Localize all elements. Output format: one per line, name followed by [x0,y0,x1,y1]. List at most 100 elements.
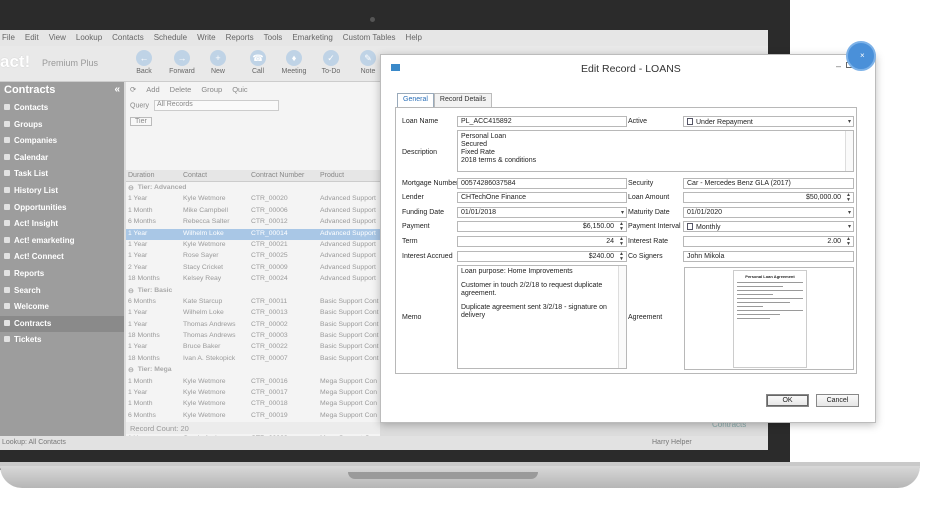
agreement-attachment[interactable]: Personal Loan Agreement [684,267,854,370]
add-button[interactable]: Add [146,85,159,95]
delete-button[interactable]: Delete [170,85,192,95]
description-field[interactable]: Personal Loan Secured Fixed Rate 2018 te… [457,130,854,172]
menu-item[interactable]: Custom Tables [343,33,396,46]
menu-item[interactable]: Reports [226,33,254,46]
group-header-row[interactable]: ⊖ Tier: Advanced [126,183,380,194]
group-header-row[interactable]: ⊖ Tier: Basic [126,286,380,297]
chevron-down-icon[interactable]: ▾ [848,118,851,125]
sidebar-item[interactable]: Act! Connect [0,249,124,266]
table-row[interactable]: 1 Year Rose Sayer CTR_00025 Advanced Suppor… [126,251,380,262]
spinner-icon[interactable]: ▲ ▼ [846,193,851,202]
column-contact[interactable]: Contact [181,170,249,181]
group-by-chip[interactable]: Tier [130,117,152,126]
column-duration[interactable]: Duration [126,170,181,181]
table-row[interactable]: 6 Months Kyle Wetmore CTR_00019 Mega Suppor… [126,411,380,422]
menu-item[interactable]: Lookup [76,33,102,46]
table-row[interactable]: 1 Year Wilhelm Loke CTR_00014 Advanced Supp… [126,228,380,240]
sidebar-item[interactable]: Task List [0,166,124,183]
loan-name-field[interactable]: PL_ACC415892 [457,116,627,127]
tab-general[interactable]: General [397,93,434,107]
close-icon[interactable]: × [860,51,865,60]
payment-field[interactable]: $6,150.00 ▲ ▼ [457,221,627,232]
interest-accrued-field[interactable]: $240.00 ▲ ▼ [457,251,627,262]
spinner-icon[interactable]: ▲ ▼ [846,237,851,246]
interest-rate-field[interactable]: 2.00 ▲ ▼ [683,236,854,247]
sidebar-item[interactable]: Calendar [0,150,124,167]
funding-date-field[interactable]: 01/01/2018 ▾ [457,207,627,218]
sidebar-item[interactable]: Act! emarketing [0,233,124,250]
column-contract-number[interactable]: Contract Number [249,170,318,181]
mortgage-number-field[interactable]: 00574286037584 [457,178,627,189]
todo-button[interactable]: ✓ To-Do [315,48,347,80]
term-field[interactable]: 24 ▲ ▼ [457,236,627,247]
memo-field[interactable]: Loan purpose: Home Improvements Customer… [457,265,627,369]
table-row[interactable]: 1 Year Thomas Andrews CTR_00002 Basic Suppo… [126,320,380,331]
sidebar-item[interactable]: Search [0,283,124,300]
sidebar-item[interactable]: Groups [0,117,124,134]
table-row[interactable]: 6 Months Kate Starcup CTR_00011 Basic Suppo… [126,297,380,308]
forward-button[interactable]: → Forward [166,48,198,80]
table-row[interactable]: 2 Year Stacy Cricket CTR_00009 Advanced Sup… [126,263,380,274]
description-scrollbar[interactable] [845,131,853,171]
chevron-down-icon[interactable]: ▾ [848,209,851,216]
menu-item[interactable]: Write [197,33,216,46]
table-row[interactable]: 1 Year Wilhelm Loke CTR_00013 Basic Support… [126,308,380,319]
new-button[interactable]: + New [202,48,234,80]
table-row[interactable]: 6 Months Rebecca Salter CTR_00012 Advanced … [126,217,380,228]
spinner-icon[interactable]: ▲ ▼ [619,237,624,246]
table-row[interactable]: 1 Year Bruce Baker CTR_00022 Basic Support … [126,342,380,353]
sidebar-item[interactable]: Welcome [0,299,124,316]
back-button[interactable]: ← Back [128,48,160,80]
sidebar-item[interactable]: Tickets [0,332,124,349]
menu-item[interactable]: File [2,33,15,46]
spinner-icon[interactable]: ▲ ▼ [619,222,624,231]
ok-button[interactable]: OK [766,394,809,407]
collapse-icon[interactable]: ⊖ [126,286,136,297]
sidebar-item[interactable]: Companies [0,133,124,150]
minimize-icon[interactable]: – [836,61,841,71]
collapse-sidebar-icon[interactable]: « [114,84,120,95]
tab-record-details[interactable]: Record Details [433,93,492,107]
chevron-down-icon[interactable]: ▾ [621,209,624,216]
lender-field[interactable]: CHTechOne Finance [457,192,627,203]
memo-scrollbar[interactable] [618,266,626,368]
table-row[interactable]: 1 Month Kyle Wetmore CTR_00018 Mega Support… [126,399,380,410]
menu-item[interactable]: Tools [264,33,283,46]
sidebar-item[interactable]: Opportunities [0,200,124,217]
group-header-row[interactable]: ⊖ Tier: Mega [126,365,380,376]
sidebar-item[interactable]: Contracts [0,315,124,333]
menu-item[interactable]: Schedule [154,33,187,46]
table-row[interactable]: 18 Months Kelsey Reay CTR_00024 Advanced Su… [126,274,380,285]
table-row[interactable]: 18 Months Thomas Andrews CTR_00003 Basic Su… [126,331,380,342]
table-row[interactable]: 1 Month Mike Campbell CTR_00006 Advanced Su… [126,206,380,217]
sidebar-item[interactable]: History List [0,183,124,200]
active-select[interactable]: Under Repayment ▾ [683,116,854,127]
quick-button[interactable]: Quic [232,85,247,95]
call-button[interactable]: ☎ Call [242,48,274,80]
table-row[interactable]: 1 Year Kyle Wetmore CTR_00021 Advanced Supp… [126,240,380,251]
chevron-down-icon[interactable]: ▾ [848,223,851,230]
cancel-button[interactable]: Cancel [816,394,859,407]
table-row[interactable]: 18 Months Ivan A. Stekopick CTR_00007 Basic… [126,354,380,365]
sidebar-item[interactable]: Reports [0,266,124,283]
menu-item[interactable]: Edit [25,33,39,46]
query-select[interactable]: All Records [154,100,280,111]
loan-amount-field[interactable]: $50,000.00 ▲ ▼ [683,192,854,203]
menu-item[interactable]: Emarketing [292,33,332,46]
table-row[interactable]: 1 Year Kyle Wetmore CTR_00017 Mega Support … [126,388,380,399]
collapse-icon[interactable]: ⊖ [126,365,136,376]
co-signers-field[interactable]: John Mikola [683,251,854,262]
menu-item[interactable]: View [49,33,66,46]
sidebar-item[interactable]: Act! Insight [0,216,124,233]
menu-item[interactable]: Help [406,33,422,46]
menu-item[interactable]: Contacts [112,33,144,46]
sidebar-item[interactable]: Contacts [0,100,124,117]
payment-interval-select[interactable]: Monthly ▾ [683,221,854,232]
meeting-button[interactable]: ♦ Meeting [278,48,310,80]
maturity-date-field[interactable]: 01/01/2020 ▾ [683,207,854,218]
close-orb[interactable]: × [846,41,876,71]
refresh-icon[interactable]: ⟳ [130,85,136,95]
collapse-icon[interactable]: ⊖ [126,183,136,194]
table-row[interactable]: 1 Month Kyle Wetmore CTR_00016 Mega Support… [126,377,380,388]
security-field[interactable]: Car - Mercedes Benz GLA (2017) [683,178,854,189]
